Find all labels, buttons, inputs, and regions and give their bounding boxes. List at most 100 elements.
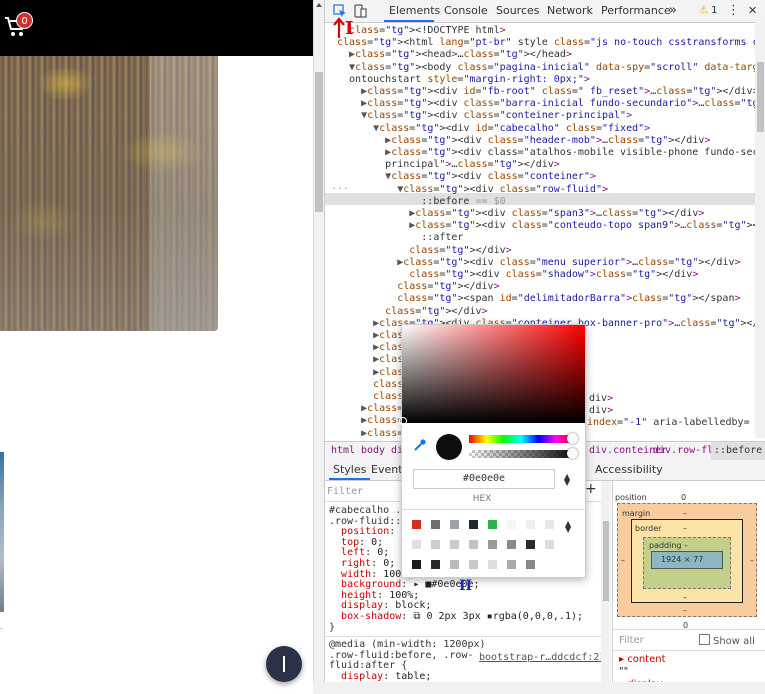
- hex-value-input[interactable]: #0e0e0e: [413, 469, 555, 489]
- dom-node-line[interactable]: ▼class="tg"><body class="pagina-inicial"…: [337, 62, 755, 74]
- style-rule-line[interactable]: }: [329, 622, 335, 633]
- dom-node-line[interactable]: ▶class="tg"><head>…class="tg"></head>: [337, 49, 572, 61]
- dom-node-line[interactable]: class="tg"><div class="shadow">class="tg…: [337, 269, 698, 281]
- warnings-counter[interactable]: ⚠ 1: [699, 0, 718, 22]
- dom-node-line[interactable]: ▶class="tg"><div class="header-mob">…cla…: [337, 135, 710, 147]
- palette-swatch[interactable]: [412, 560, 421, 569]
- tab-network[interactable]: Network: [547, 0, 593, 22]
- dom-node-line[interactable]: class="tg"><span id="delimitadorBarra">c…: [337, 293, 740, 305]
- hue-slider[interactable]: [469, 435, 573, 443]
- dom-node-line[interactable]: ▼class="tg"><div id="cabecalho" class="f…: [337, 123, 650, 135]
- eyedropper-icon[interactable]: [413, 438, 427, 452]
- computed-filter-input[interactable]: Filter: [619, 635, 644, 646]
- dom-node-line[interactable]: class="tg"><!DOCTYPE html>: [337, 25, 506, 37]
- alpha-slider[interactable]: [469, 450, 573, 458]
- dom-node-line[interactable]: ▼class="tg"><div class="conteiner-princi…: [337, 110, 632, 122]
- breadcrumb-body[interactable]: body: [361, 442, 385, 460]
- style-rule-line[interactable]: top: 0;: [329, 537, 383, 548]
- horizontal-scrollbar[interactable]: [313, 682, 765, 694]
- dom-node-line[interactable]: ▶class="tg"><div id="fb-root" class=" fb…: [337, 86, 755, 98]
- format-switch-icon[interactable]: ▲ ▼: [564, 473, 572, 487]
- tab-sources[interactable]: Sources: [496, 0, 540, 22]
- palette-switch-icon[interactable]: ▲ ▼: [565, 520, 571, 534]
- new-style-rule-button[interactable]: +: [585, 481, 597, 497]
- tab-console[interactable]: Console: [444, 0, 488, 22]
- dom-node-line[interactable]: ::after: [337, 232, 463, 244]
- devtools-menu-icon[interactable]: ⋮: [727, 0, 740, 22]
- computed-prop-content[interactable]: ▸ content: [619, 654, 665, 665]
- dom-node-line[interactable]: class="tg"></div>: [337, 306, 487, 318]
- tab-elements[interactable]: Elements: [384, 0, 440, 22]
- device-toolbar-icon[interactable]: [353, 4, 367, 18]
- palette-swatch[interactable]: [545, 560, 554, 569]
- dom-node-line[interactable]: class="tg"><html lang="pt-br" style clas…: [337, 37, 755, 49]
- dom-node-line[interactable]: principal">…class="tg"></div>: [337, 159, 560, 171]
- palette-swatch[interactable]: [488, 560, 497, 569]
- style-rule-line[interactable]: left: 0;: [329, 547, 389, 558]
- hue-slider-handle[interactable]: [567, 433, 578, 444]
- dom-node-line[interactable]: class="tg"></div>: [337, 281, 499, 293]
- palette-swatch[interactable]: [431, 560, 440, 569]
- palette-swatch[interactable]: [469, 540, 478, 549]
- page-scroll-thumb[interactable]: [315, 72, 323, 212]
- palette-swatch[interactable]: [469, 560, 478, 569]
- palette-swatch[interactable]: [469, 520, 478, 529]
- style-rule-line[interactable]: height: 100%;: [329, 590, 419, 601]
- dom-tree-scrollbar[interactable]: [755, 22, 765, 438]
- palette-swatch[interactable]: [450, 540, 459, 549]
- palette-swatch[interactable]: [526, 560, 535, 569]
- style-rule-line[interactable]: box-shadow: ⧉ 0 2px 3px ▪rgba(0,0,0,.1);: [329, 611, 583, 622]
- dom-node-line[interactable]: ▶class="tg"><div class="span3">…class="t…: [337, 208, 704, 220]
- palette-swatch[interactable]: [507, 520, 516, 529]
- palette-swatch[interactable]: [488, 520, 497, 529]
- palette-swatch[interactable]: [431, 540, 440, 549]
- palette-swatch[interactable]: [450, 520, 459, 529]
- dom-node-line[interactable]: ▶class="tg"><div class="conteudo-topo sp…: [337, 220, 755, 232]
- saturation-value-area[interactable]: [402, 325, 585, 423]
- styles-filter-input[interactable]: Filter: [327, 484, 397, 500]
- show-all-checkbox[interactable]: Show all: [699, 634, 755, 647]
- tab-styles[interactable]: Styles: [329, 460, 371, 480]
- palette-swatch[interactable]: [507, 560, 516, 569]
- palette-swatch[interactable]: [488, 540, 497, 549]
- palette-swatch[interactable]: [412, 540, 421, 549]
- saturation-cursor[interactable]: [399, 417, 407, 425]
- more-tabs-icon[interactable]: »: [669, 0, 677, 22]
- palette-swatch[interactable]: [412, 520, 421, 529]
- palette-swatch[interactable]: [507, 540, 516, 549]
- palette-swatch[interactable]: [526, 520, 535, 529]
- palette-swatch[interactable]: [450, 560, 459, 569]
- style-rule-line[interactable]: display: table;: [329, 671, 431, 682]
- dom-node-line[interactable]: ▶class="tg"><div class="menu superior">……: [337, 257, 740, 269]
- styles-scrollbar[interactable]: [601, 481, 611, 694]
- page-scrollbar[interactable]: [313, 0, 324, 694]
- alpha-slider-handle[interactable]: [567, 448, 578, 459]
- palette-swatch[interactable]: [526, 540, 535, 549]
- dom-node-line[interactable]: ▶class="tg"><div class="barra-inicial fu…: [337, 98, 755, 110]
- computed-pane: position 0 margin – border – padding – 1…: [612, 481, 765, 694]
- style-rule-line[interactable]: display: block;: [329, 600, 431, 611]
- breadcrumb-before[interactable]: ::before: [711, 442, 765, 460]
- style-rule-line[interactable]: right: 0;: [329, 558, 395, 569]
- tab-performance[interactable]: Performance: [601, 0, 671, 22]
- palette-swatch[interactable]: [545, 520, 554, 529]
- dom-node-line[interactable]: class="tg"></div>: [337, 245, 511, 257]
- style-source-link-bootstrap[interactable]: bootstrap-r…ddcdcf:213: [479, 652, 601, 663]
- dom-node-line[interactable]: ▶class="tg"><div class="atalhos-mobile v…: [337, 147, 755, 159]
- close-devtools-icon[interactable]: ✕: [748, 0, 757, 22]
- dom-node-line[interactable]: ::before == $0: [337, 196, 505, 208]
- scroll-up-arrow-icon[interactable]: [316, 3, 322, 7]
- breadcrumb-html[interactable]: html: [331, 442, 355, 460]
- style-rule-line[interactable]: .row-fluid:before, .row-: [329, 650, 474, 661]
- dom-node-line[interactable]: ontouchstart style="margin-right: 0px;">: [337, 74, 590, 86]
- palette-swatch[interactable]: [545, 540, 554, 549]
- floating-action-button[interactable]: [266, 646, 302, 682]
- tab-accessibility[interactable]: Accessibility: [595, 460, 663, 480]
- style-rule-line[interactable]: fluid:after {: [329, 660, 407, 671]
- dom-node-line[interactable]: ▼class="tg"><div class="row-fluid">: [337, 184, 608, 196]
- dom-node-line[interactable]: ▼class="tg"><div class="conteiner">: [337, 171, 596, 183]
- style-rule-line[interactable]: background: ▸ ■#0e0e0e;: [329, 579, 480, 590]
- palette-swatch[interactable]: [431, 520, 440, 529]
- current-color-swatch: [436, 434, 462, 460]
- style-rule-line[interactable]: @media (min-width: 1200px): [329, 639, 486, 650]
